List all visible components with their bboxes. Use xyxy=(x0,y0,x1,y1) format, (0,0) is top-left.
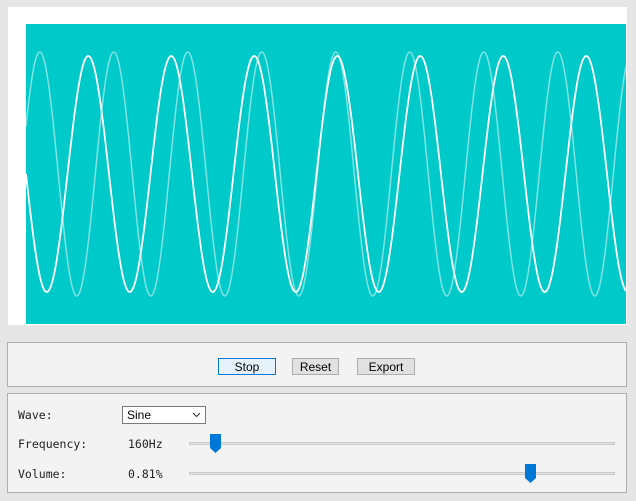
waveform-plot xyxy=(26,51,626,297)
waveform-trace-faded xyxy=(26,51,626,297)
visualizer-frame xyxy=(8,7,627,325)
waveform-trace xyxy=(26,55,626,293)
volume-slider-track[interactable] xyxy=(189,472,615,475)
volume-slider-thumb[interactable] xyxy=(525,464,537,483)
export-button[interactable]: Export xyxy=(357,358,415,375)
wave-label: Wave: xyxy=(18,408,53,422)
chevron-down-icon xyxy=(192,412,201,418)
wave-type-select[interactable]: Sine xyxy=(122,406,206,424)
wave-type-value: Sine xyxy=(127,408,152,422)
volume-label: Volume: xyxy=(18,467,67,481)
settings-panel: Wave: Sine Frequency: 160Hz Volume: 0.81… xyxy=(7,393,627,493)
volume-value: 0.81% xyxy=(128,467,163,481)
frequency-label: Frequency: xyxy=(18,437,88,451)
playback-controls-panel: Stop Reset Export xyxy=(7,342,627,387)
frequency-slider-thumb[interactable] xyxy=(209,434,221,453)
frequency-value: 160Hz xyxy=(128,437,163,451)
reset-button[interactable]: Reset xyxy=(292,358,339,375)
waveform-canvas xyxy=(26,24,626,324)
frequency-slider-track[interactable] xyxy=(189,442,615,445)
stop-button[interactable]: Stop xyxy=(218,358,276,375)
